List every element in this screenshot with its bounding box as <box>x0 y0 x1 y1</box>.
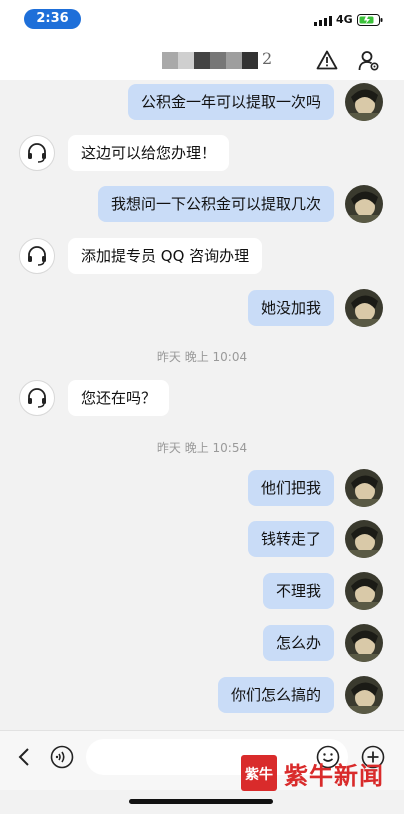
user-avatar[interactable] <box>345 185 383 223</box>
voice-icon[interactable] <box>50 745 74 769</box>
message-bubble-outgoing[interactable]: 不理我 <box>262 573 334 609</box>
headset-icon <box>28 143 46 163</box>
home-indicator[interactable] <box>129 799 273 804</box>
user-avatar[interactable] <box>345 572 383 610</box>
chat-history[interactable]: 公积金一年可以提取一次吗 这边可以给您办理！ 我想问一下公积金可以提取几次 添加… <box>0 80 404 730</box>
user-avatar[interactable] <box>345 83 383 121</box>
watermark-logo: 紫牛 <box>241 755 277 791</box>
message-bubble-outgoing[interactable]: 我想问一下公积金可以提取几次 <box>97 186 334 222</box>
timestamp: 昨天 晚上 10:54 <box>156 441 248 455</box>
status-time: 2:36 <box>24 9 81 29</box>
message-bubble-outgoing[interactable]: 钱转走了 <box>247 521 334 557</box>
user-avatar[interactable] <box>345 520 383 558</box>
warning-icon[interactable] <box>316 50 338 70</box>
message-bubble-outgoing[interactable]: 你们怎么搞的 <box>217 677 334 713</box>
chat-header: 2 <box>0 40 404 80</box>
user-avatar[interactable] <box>345 624 383 662</box>
agent-avatar[interactable] <box>19 380 55 416</box>
agent-avatar[interactable] <box>19 238 55 274</box>
agent-avatar[interactable] <box>19 135 55 171</box>
status-bar: 2:36 4G <box>0 0 404 40</box>
user-settings-icon[interactable] <box>358 50 380 72</box>
message-bubble-outgoing[interactable]: 公积金一年可以提取一次吗 <box>127 84 334 120</box>
message-bubble-incoming[interactable]: 您还在吗？ <box>68 380 170 416</box>
svg-text:紫牛: 紫牛 <box>245 766 273 783</box>
timestamp: 昨天 晚上 10:04 <box>156 350 248 364</box>
headset-icon <box>28 246 46 266</box>
message-bubble-incoming[interactable]: 添加提专员 QQ 咨询办理 <box>68 238 263 274</box>
battery-icon <box>357 14 383 26</box>
message-bubble-incoming[interactable]: 这边可以给您办理！ <box>68 135 230 171</box>
message-bubble-outgoing[interactable]: 她没加我 <box>247 290 334 326</box>
contact-name-tail: 2 <box>262 49 273 68</box>
user-avatar[interactable] <box>345 676 383 714</box>
headset-icon <box>28 388 46 408</box>
contact-name-obscured <box>162 52 258 69</box>
user-avatar[interactable] <box>345 469 383 507</box>
user-avatar[interactable] <box>345 289 383 327</box>
message-bubble-outgoing[interactable]: 怎么办 <box>262 625 334 661</box>
watermark-text: 紫牛新闻 <box>284 761 384 790</box>
signal-icon <box>314 16 332 26</box>
network-label: 4G <box>336 13 353 26</box>
message-bubble-outgoing[interactable]: 他们把我 <box>247 470 334 506</box>
back-icon[interactable] <box>17 747 31 767</box>
